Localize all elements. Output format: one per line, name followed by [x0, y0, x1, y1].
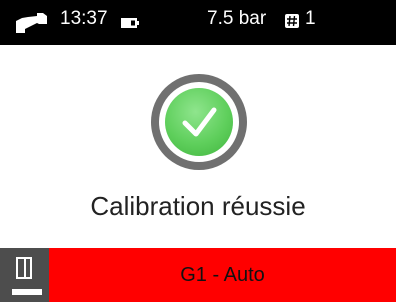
bottom-bar: G1 - Auto	[0, 248, 396, 302]
pressure-reading: 7.5 bar	[207, 8, 267, 29]
status-message: Calibration réussie	[90, 191, 306, 221]
status-bar: 13:37 7.5 bar 1	[0, 0, 396, 45]
gas-mode-label: G1 - Auto	[180, 264, 265, 286]
mode-button-indicator	[12, 289, 42, 295]
count-value: 1	[305, 8, 316, 29]
gas-mode-bar[interactable]: G1 - Auto	[49, 248, 396, 302]
check-circle-icon	[151, 74, 247, 170]
gas-detector-icon	[13, 9, 49, 40]
main-panel: Calibration réussie	[0, 45, 396, 248]
battery-icon	[121, 15, 139, 33]
mode-button[interactable]	[0, 248, 49, 302]
clock: 13:37	[60, 8, 108, 29]
hash-badge-icon	[285, 14, 299, 33]
door-panel-icon	[16, 257, 32, 284]
